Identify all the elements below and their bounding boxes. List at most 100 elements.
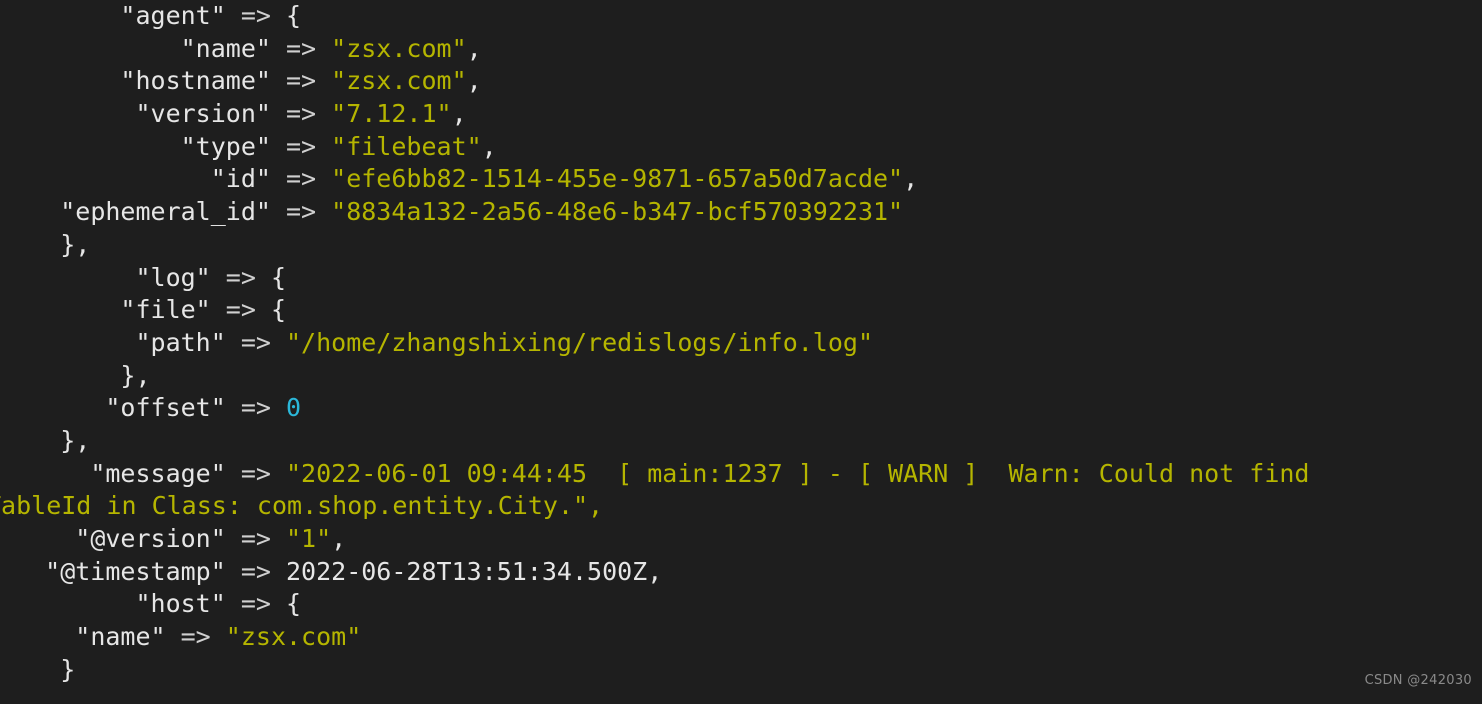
- hash-value: "zsx.com": [225, 622, 362, 652]
- output-line-agent-type: "type" => "filebeat",: [0, 131, 1310, 164]
- hash-rocket-arrow: =>: [270, 131, 332, 161]
- hash-value: "1": [286, 524, 332, 553]
- hash-key: "offset": [105, 393, 226, 423]
- hash-value: }: [60, 654, 76, 684]
- hash-key: "log": [135, 262, 211, 292]
- hash-key: "version": [135, 99, 271, 129]
- hash-value: "8834a132-2a56-48e6-b347-bcf570392231": [331, 197, 904, 227]
- hash-key: "name": [180, 33, 271, 63]
- hash-rocket-arrow: =>: [225, 524, 286, 553]
- hash-rocket-arrow: =>: [225, 589, 286, 619]
- output-line-agent-id: "id" => "efe6bb82-1514-455e-9871-657a50d…: [0, 163, 1310, 196]
- hash-rocket-arrow: =>: [270, 197, 332, 227]
- hash-rocket-arrow: =>: [225, 393, 286, 423]
- output-line-agent-hostname: "hostname" => "zsx.com",: [0, 65, 1310, 98]
- output-line-agent-version: "version" => "7.12.1",: [0, 98, 1310, 131]
- output-line-agent-name: "name" => "zsx.com",: [0, 33, 1310, 66]
- hash-rocket-arrow: =>: [225, 1, 286, 30]
- hash-value: "zsx.com": [331, 66, 467, 96]
- hash-value: {: [286, 1, 302, 30]
- hash-key: "path": [135, 327, 226, 357]
- output-line-root-close: }: [0, 654, 1310, 687]
- hash-value: "2022-06-01 09:44:45 [ main:1237 ] - [ W…: [286, 458, 1310, 488]
- hash-value: TableId in Class: com.shop.entity.City."…: [0, 491, 604, 521]
- hash-rocket-arrow: =>: [225, 458, 286, 488]
- trailing-comma: ,: [331, 524, 347, 553]
- terminal-output: "agent" => { "name" => "zsx.com", "hostn…: [0, 0, 1310, 686]
- hash-rocket-arrow: =>: [270, 66, 332, 96]
- hash-rocket-arrow: =>: [165, 622, 226, 652]
- hash-key: "id": [210, 164, 271, 194]
- hash-value: {: [270, 295, 287, 325]
- hash-value: "filebeat": [331, 131, 482, 161]
- output-line-log-open: "log" => {: [0, 262, 1310, 295]
- hash-key: "@version": [75, 524, 226, 553]
- output-line-message: "message" => "2022-06-01 09:44:45 [ main…: [0, 458, 1310, 491]
- hash-key: "host": [135, 589, 226, 619]
- output-line-host-open: "host" => {: [0, 588, 1310, 621]
- hash-rocket-arrow: =>: [270, 164, 332, 194]
- output-line-version: "@version" => "1",: [0, 523, 1310, 556]
- output-line-log-file-open: "file" => {: [0, 294, 1310, 327]
- hash-rocket-arrow: =>: [210, 262, 271, 292]
- terminal-window[interactable]: "agent" => { "name" => "zsx.com", "hostn…: [0, 0, 1482, 704]
- hash-key: "name": [75, 622, 166, 652]
- hash-value: {: [286, 589, 302, 619]
- output-line-agent-close: },: [0, 229, 1310, 262]
- hash-value: "/home/zhangshixing/redislogs/info.log": [286, 327, 873, 357]
- output-line-message-continuation: TableId in Class: com.shop.entity.City."…: [0, 490, 1296, 523]
- trailing-comma: ,: [466, 66, 482, 96]
- output-line-log-offset: "offset" => 0: [0, 392, 1310, 425]
- hash-key: "type": [180, 131, 271, 161]
- hash-rocket-arrow: =>: [225, 556, 286, 586]
- hash-rocket-arrow: =>: [225, 327, 286, 357]
- hash-value: {: [270, 262, 287, 292]
- hash-value: },: [60, 229, 91, 259]
- output-line-log-close: },: [0, 425, 1310, 458]
- hash-key: "agent": [120, 1, 226, 30]
- csdn-watermark: CSDN @242030: [1364, 673, 1472, 689]
- hash-value: "7.12.1": [331, 99, 452, 129]
- hash-key: "@timestamp": [45, 556, 226, 586]
- trailing-comma: ,: [466, 33, 482, 63]
- output-line-agent-ephemeral-id: "ephemeral_id" => "8834a132-2a56-48e6-b3…: [0, 196, 1310, 229]
- hash-value: "efe6bb82-1514-455e-9871-657a50d7acde": [331, 164, 904, 194]
- hash-rocket-arrow: =>: [270, 99, 332, 129]
- hash-key: "file": [120, 295, 211, 325]
- trailing-comma: ,: [451, 99, 467, 129]
- hash-rocket-arrow: =>: [270, 33, 332, 63]
- trailing-comma: ,: [903, 164, 919, 194]
- hash-value: },: [120, 360, 151, 390]
- hash-key: "message": [90, 458, 226, 488]
- output-line-log-file-path: "path" => "/home/zhangshixing/redislogs/…: [0, 327, 1310, 360]
- hash-value: 0: [286, 393, 302, 423]
- hash-value: "zsx.com": [331, 33, 467, 63]
- hash-value: 2022-06-28T13:51:34.500Z,: [286, 556, 663, 586]
- hash-rocket-arrow: =>: [210, 295, 271, 325]
- hash-key: "ephemeral_id": [60, 197, 271, 227]
- output-line-host-name: "name" => "zsx.com": [0, 621, 1310, 654]
- hash-value: },: [60, 425, 91, 455]
- trailing-comma: ,: [481, 131, 497, 161]
- hash-key: "hostname": [120, 66, 271, 96]
- output-line-timestamp: "@timestamp" => 2022-06-28T13:51:34.500Z…: [0, 556, 1310, 589]
